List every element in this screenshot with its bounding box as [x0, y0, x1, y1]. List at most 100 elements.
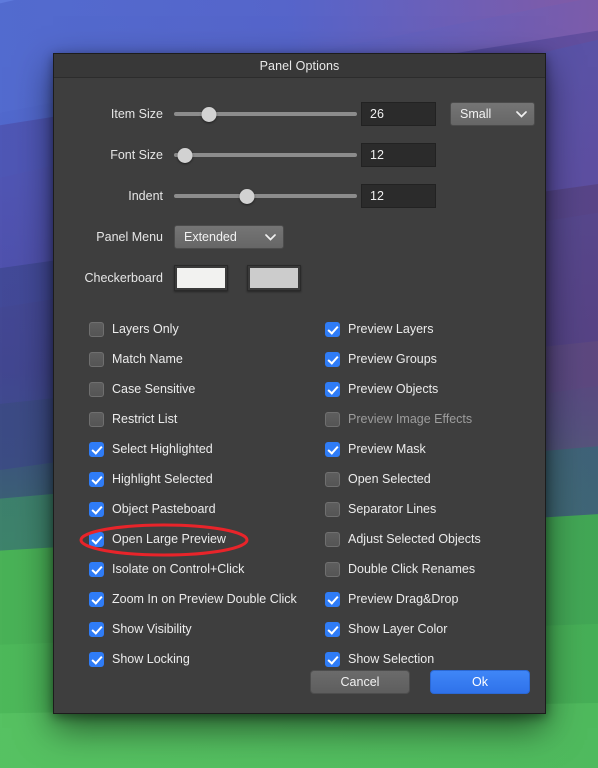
- checkerboard-color2-swatch[interactable]: [247, 265, 301, 291]
- indent-row: Indent 12: [54, 182, 545, 210]
- option-row-left-7[interactable]: Open Large Preview: [89, 524, 325, 554]
- option-label: Preview Groups: [348, 352, 437, 366]
- option-row-right-0[interactable]: Preview Layers: [325, 314, 545, 344]
- checkbox-unchecked-icon[interactable]: [89, 411, 104, 427]
- option-row-right-8[interactable]: Double Click Renames: [325, 554, 545, 584]
- option-row-left-6[interactable]: Object Pasteboard: [89, 494, 325, 524]
- item-size-row: Item Size 26 Small: [54, 100, 545, 128]
- option-label: Adjust Selected Objects: [348, 532, 481, 546]
- checkerboard-label: Checkerboard: [84, 271, 163, 285]
- checkbox-checked-icon[interactable]: [325, 381, 340, 397]
- option-row-right-9[interactable]: Preview Drag&Drop: [325, 584, 545, 614]
- checkbox-checked-icon[interactable]: [89, 441, 104, 457]
- font-size-input[interactable]: 12: [361, 143, 436, 167]
- item-size-preset-select[interactable]: Small: [450, 102, 535, 126]
- ok-button[interactable]: Ok: [430, 670, 530, 694]
- option-label: Layers Only: [112, 322, 179, 336]
- options-column-left: Layers Only Match Name Case Sensitive Restr…: [89, 314, 325, 674]
- checkbox-checked-icon[interactable]: [325, 591, 340, 607]
- indent-label: Indent: [128, 189, 163, 203]
- option-row-left-11[interactable]: Show Locking: [89, 644, 325, 674]
- checkbox-checked-icon[interactable]: [89, 531, 104, 547]
- font-size-slider[interactable]: [174, 146, 357, 164]
- checkbox-checked-icon[interactable]: [325, 651, 340, 667]
- option-row-left-4[interactable]: Select Highlighted: [89, 434, 325, 464]
- panel-menu-select[interactable]: Extended: [174, 225, 284, 249]
- checkbox-checked-icon[interactable]: [89, 501, 104, 517]
- slider-thumb[interactable]: [239, 188, 255, 204]
- option-row-right-5[interactable]: Open Selected: [325, 464, 545, 494]
- option-row-left-2[interactable]: Case Sensitive: [89, 374, 325, 404]
- checkerboard-swatches: [174, 265, 301, 291]
- option-row-right-7[interactable]: Adjust Selected Objects: [325, 524, 545, 554]
- checkbox-unchecked-icon[interactable]: [325, 531, 340, 547]
- option-label: Isolate on Control+Click: [112, 562, 245, 576]
- option-label: Preview Layers: [348, 322, 434, 336]
- option-row-left-0[interactable]: Layers Only: [89, 314, 325, 344]
- checkbox-unchecked-icon[interactable]: [325, 501, 340, 517]
- option-label: Zoom In on Preview Double Click: [112, 592, 297, 606]
- option-row-right-4[interactable]: Preview Mask: [325, 434, 545, 464]
- item-size-slider[interactable]: [174, 105, 357, 123]
- dialog-titlebar: Panel Options: [54, 54, 545, 78]
- option-row-left-8[interactable]: Isolate on Control+Click: [89, 554, 325, 584]
- chevron-down-icon: [516, 107, 527, 121]
- font-size-label: Font Size: [110, 148, 163, 162]
- option-row-left-3[interactable]: Restrict List: [89, 404, 325, 434]
- option-row-right-10[interactable]: Show Layer Color: [325, 614, 545, 644]
- slider-thumb[interactable]: [177, 147, 193, 163]
- item-size-input[interactable]: 26: [361, 102, 436, 126]
- checkbox-unchecked-icon[interactable]: [89, 381, 104, 397]
- checkbox-checked-icon[interactable]: [89, 651, 104, 667]
- option-label: Highlight Selected: [112, 472, 213, 486]
- option-row-left-9[interactable]: Zoom In on Preview Double Click: [89, 584, 325, 614]
- option-label: Show Selection: [348, 652, 435, 666]
- item-size-label: Item Size: [110, 107, 163, 121]
- dialog-footer: Cancel Ok: [310, 670, 530, 694]
- option-row-right-3[interactable]: Preview Image Effects: [325, 404, 545, 434]
- indent-input[interactable]: 12: [361, 184, 436, 208]
- panel-menu-row: Panel Menu Extended: [54, 223, 545, 251]
- checkbox-checked-icon[interactable]: [325, 441, 340, 457]
- checkbox-checked-icon[interactable]: [325, 621, 340, 637]
- checkbox-unchecked-icon[interactable]: [89, 321, 104, 337]
- cancel-button[interactable]: Cancel: [310, 670, 410, 694]
- option-label: Open Large Preview: [112, 532, 226, 546]
- option-label: Preview Mask: [348, 442, 426, 456]
- checkbox-unchecked-icon[interactable]: [325, 411, 340, 427]
- checkerboard-color1-swatch[interactable]: [174, 265, 228, 291]
- checkbox-unchecked-icon[interactable]: [89, 351, 104, 367]
- checkbox-checked-icon[interactable]: [89, 561, 104, 577]
- checkbox-unchecked-icon[interactable]: [325, 561, 340, 577]
- page-title: Panel Options: [259, 58, 340, 73]
- option-row-right-6[interactable]: Separator Lines: [325, 494, 545, 524]
- option-row-left-10[interactable]: Show Visibility: [89, 614, 325, 644]
- checkbox-checked-icon[interactable]: [325, 351, 340, 367]
- option-label: Preview Image Effects: [348, 412, 473, 426]
- option-label: Case Sensitive: [112, 382, 196, 396]
- option-row-left-1[interactable]: Match Name: [89, 344, 325, 374]
- option-row-left-5[interactable]: Highlight Selected: [89, 464, 325, 494]
- chevron-down-icon: [265, 230, 276, 244]
- option-label: Preview Drag&Drop: [348, 592, 459, 606]
- panel-options-dialog: Panel Options Item Size 26 Small Font Si…: [53, 53, 546, 714]
- option-label: Show Locking: [112, 652, 190, 666]
- indent-slider[interactable]: [174, 187, 357, 205]
- checkbox-unchecked-icon[interactable]: [325, 471, 340, 487]
- option-label: Show Layer Color: [348, 622, 448, 636]
- checkbox-checked-icon[interactable]: [89, 591, 104, 607]
- option-row-right-1[interactable]: Preview Groups: [325, 344, 545, 374]
- slider-thumb[interactable]: [201, 106, 217, 122]
- option-label: Separator Lines: [348, 502, 437, 516]
- font-size-row: Font Size 12: [54, 141, 545, 169]
- option-row-right-2[interactable]: Preview Objects: [325, 374, 545, 404]
- checkbox-checked-icon[interactable]: [89, 621, 104, 637]
- slider-track: [174, 153, 357, 157]
- options-column-right: Preview Layers Preview Groups Preview Obje…: [325, 314, 545, 674]
- checkbox-checked-icon[interactable]: [325, 321, 340, 337]
- item-size-preset-value: Small: [460, 107, 492, 121]
- checkerboard-row: Checkerboard: [54, 264, 545, 292]
- panel-menu-label: Panel Menu: [96, 230, 163, 244]
- checkbox-checked-icon[interactable]: [89, 471, 104, 487]
- option-label: Preview Objects: [348, 382, 439, 396]
